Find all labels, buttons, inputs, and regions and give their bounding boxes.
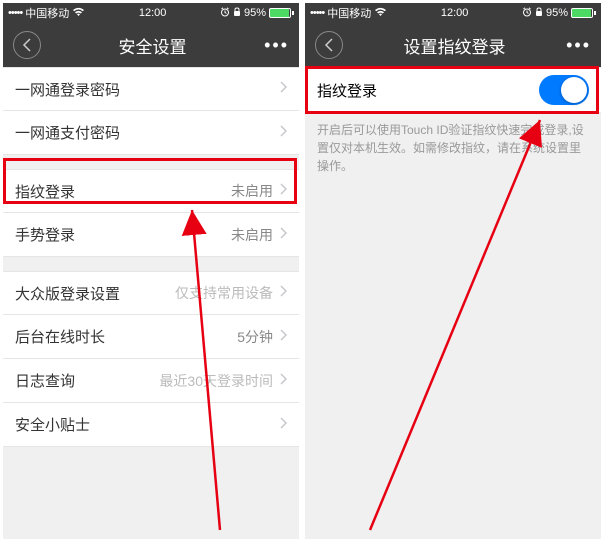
page-title: 安全设置 [119, 33, 187, 58]
battery-icon [269, 8, 294, 18]
list-item[interactable]: 大众版登录设置 仅支持常用设备 [3, 271, 299, 315]
status-time: 12:00 [441, 7, 469, 19]
item-label: 大众版登录设置 [15, 283, 120, 304]
item-value: 未启用 [231, 181, 273, 201]
status-bar: ••••• 中国移动 12:00 95% [305, 3, 601, 23]
item-label: 手势登录 [15, 224, 75, 245]
carrier-label: 中国移动 [25, 5, 69, 21]
lock-icon [535, 7, 543, 20]
list-item[interactable]: 安全小贴士 [3, 403, 299, 447]
item-label: 指纹登录 [15, 181, 75, 202]
list-item[interactable]: 日志查询 最近30天登录时间 [3, 359, 299, 403]
list-item[interactable]: 一网通支付密码 [3, 111, 299, 155]
fingerprint-login-row: 指纹登录 [305, 67, 601, 113]
switch-label: 指纹登录 [317, 80, 377, 101]
chevron-right-icon [279, 372, 287, 390]
list-item[interactable]: 指纹登录 未启用 [3, 169, 299, 213]
item-value: 5分钟 [237, 327, 273, 347]
list-item[interactable]: 一网通登录密码 [3, 67, 299, 111]
alarm-icon [522, 7, 532, 20]
more-button[interactable]: ••• [264, 35, 289, 56]
battery-percent: 95% [244, 7, 266, 19]
alarm-icon [220, 7, 230, 20]
chevron-left-icon [22, 38, 32, 52]
status-bar: ••••• 中国移动 12:00 95% [3, 3, 299, 23]
left-screen: ••••• 中国移动 12:00 95% [3, 3, 299, 539]
item-label: 安全小贴士 [15, 414, 90, 435]
settings-list: 一网通登录密码一网通支付密码指纹登录未启用手势登录未启用大众版登录设置仅支持常用… [3, 67, 299, 447]
item-label: 日志查询 [15, 370, 75, 391]
wifi-icon [72, 7, 85, 20]
chevron-right-icon [279, 328, 287, 346]
switch-knob [561, 77, 587, 103]
nav-bar: 设置指纹登录 ••• [305, 23, 601, 67]
status-time: 12:00 [139, 7, 167, 19]
chevron-right-icon [279, 284, 287, 302]
item-value: 最近30天登录时间 [159, 371, 273, 391]
item-label: 一网通登录密码 [15, 79, 120, 100]
battery-icon [571, 8, 596, 18]
item-value: 未启用 [231, 225, 273, 245]
chevron-right-icon [279, 182, 287, 200]
battery-percent: 95% [546, 7, 568, 19]
item-value: 仅支持常用设备 [175, 283, 273, 303]
chevron-right-icon [279, 124, 287, 142]
fingerprint-toggle[interactable] [539, 75, 589, 105]
list-item[interactable]: 手势登录 未启用 [3, 213, 299, 257]
hint-text: 开启后可以使用Touch ID验证指纹快速完成登录,设置仅对本机生效。如需修改指… [305, 113, 601, 183]
back-button[interactable] [315, 31, 343, 59]
list-item[interactable]: 后台在线时长 5分钟 [3, 315, 299, 359]
carrier-label: 中国移动 [327, 5, 371, 21]
chevron-right-icon [279, 226, 287, 244]
more-button[interactable]: ••• [566, 35, 591, 56]
signal-dots-icon: ••••• [310, 7, 324, 19]
chevron-right-icon [279, 80, 287, 98]
chevron-right-icon [279, 416, 287, 434]
signal-dots-icon: ••••• [8, 7, 22, 19]
chevron-left-icon [324, 38, 334, 52]
back-button[interactable] [13, 31, 41, 59]
nav-bar: 安全设置 ••• [3, 23, 299, 67]
right-screen: ••••• 中国移动 12:00 95% [305, 3, 601, 539]
page-title: 设置指纹登录 [404, 33, 506, 58]
lock-icon [233, 7, 241, 20]
item-label: 一网通支付密码 [15, 122, 120, 143]
wifi-icon [374, 7, 387, 20]
item-label: 后台在线时长 [15, 326, 105, 347]
